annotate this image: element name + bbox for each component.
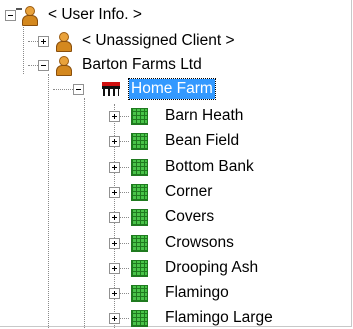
tree-connector bbox=[23, 24, 24, 74]
tree-connector bbox=[119, 167, 129, 168]
collapse-farm-toggle[interactable] bbox=[73, 84, 84, 95]
tree-node-label: Flamingo bbox=[165, 284, 229, 301]
tree-node-label: Covers bbox=[165, 208, 215, 225]
collapse-client-toggle[interactable] bbox=[38, 60, 49, 71]
tree-node-label: < Unassigned Client > bbox=[82, 32, 235, 49]
tree-connector bbox=[48, 74, 49, 328]
field-icon bbox=[131, 309, 148, 327]
tree-connector bbox=[119, 318, 129, 319]
client-icon bbox=[52, 31, 74, 52]
tree-node-field[interactable]: Covers bbox=[131, 206, 216, 228]
expand-field-toggle[interactable] bbox=[109, 111, 120, 122]
tree-node-field[interactable]: Drooping Ash bbox=[131, 257, 260, 279]
expand-field-toggle[interactable] bbox=[109, 212, 120, 223]
expand-field-toggle[interactable] bbox=[109, 136, 120, 147]
tree-node-client[interactable]: < Unassigned Client > bbox=[52, 30, 237, 52]
tree-node-label: Crowsons bbox=[165, 234, 234, 251]
tree-node-client[interactable]: Barton Farms Ltd bbox=[52, 54, 204, 76]
collapse-root-toggle[interactable] bbox=[5, 10, 16, 21]
tree-connector bbox=[119, 293, 129, 294]
expand-client-toggle[interactable] bbox=[38, 36, 49, 47]
tree-node-farm[interactable]: Home Farm bbox=[99, 78, 216, 100]
tree-node-field[interactable]: Crowsons bbox=[131, 232, 236, 254]
tree-view: < User Info. > < Unassigned Client > Bar… bbox=[0, 0, 352, 329]
tree-connector bbox=[28, 65, 38, 66]
expand-field-toggle[interactable] bbox=[109, 313, 120, 324]
user-icon bbox=[16, 5, 40, 26]
field-icon bbox=[131, 234, 148, 252]
tree-connector bbox=[119, 192, 129, 193]
tree-connector bbox=[28, 41, 38, 42]
expand-field-toggle[interactable] bbox=[109, 288, 120, 299]
tree-node-field[interactable]: Barn Heath bbox=[131, 105, 245, 127]
field-icon bbox=[131, 158, 148, 176]
tree-node-label: Bean Field bbox=[165, 132, 240, 149]
expand-field-toggle[interactable] bbox=[109, 162, 120, 173]
tree-node-label: Corner bbox=[165, 183, 213, 200]
tree-connector bbox=[119, 268, 129, 269]
field-icon bbox=[131, 132, 148, 150]
field-icon bbox=[131, 107, 148, 125]
tree-node-root[interactable]: < User Info. > bbox=[16, 4, 144, 26]
tree-connector bbox=[84, 98, 85, 328]
tree-node-label: Home Farm bbox=[128, 78, 216, 100]
field-icon bbox=[131, 259, 148, 277]
field-icon bbox=[131, 183, 148, 201]
farm-icon bbox=[99, 80, 123, 98]
tree-node-field[interactable]: Flamingo bbox=[131, 282, 231, 304]
tree-node-field[interactable]: Corner bbox=[131, 181, 214, 203]
tree-connector bbox=[119, 243, 129, 244]
client-icon bbox=[52, 55, 74, 76]
tree-connector bbox=[119, 116, 129, 117]
tree-node-field[interactable]: Bean Field bbox=[131, 130, 241, 152]
tree-connector bbox=[119, 217, 129, 218]
expand-field-toggle[interactable] bbox=[109, 263, 120, 274]
tree-connector bbox=[119, 141, 129, 142]
tree-node-field[interactable]: Flamingo Large bbox=[131, 307, 275, 329]
field-icon bbox=[131, 284, 148, 302]
tree-node-label: Bottom Bank bbox=[165, 158, 254, 175]
expand-field-toggle[interactable] bbox=[109, 187, 120, 198]
tree-node-label: Barton Farms Ltd bbox=[82, 56, 202, 73]
tree-connector bbox=[53, 89, 73, 90]
tree-node-label: < User Info. > bbox=[48, 6, 142, 23]
tree-node-field[interactable]: Bottom Bank bbox=[131, 156, 256, 178]
field-icon bbox=[131, 208, 148, 226]
tree-node-label: Drooping Ash bbox=[165, 259, 259, 276]
tree-node-label: Barn Heath bbox=[165, 107, 244, 124]
tree-node-label: Flamingo Large bbox=[165, 309, 273, 326]
expand-field-toggle[interactable] bbox=[109, 238, 120, 249]
